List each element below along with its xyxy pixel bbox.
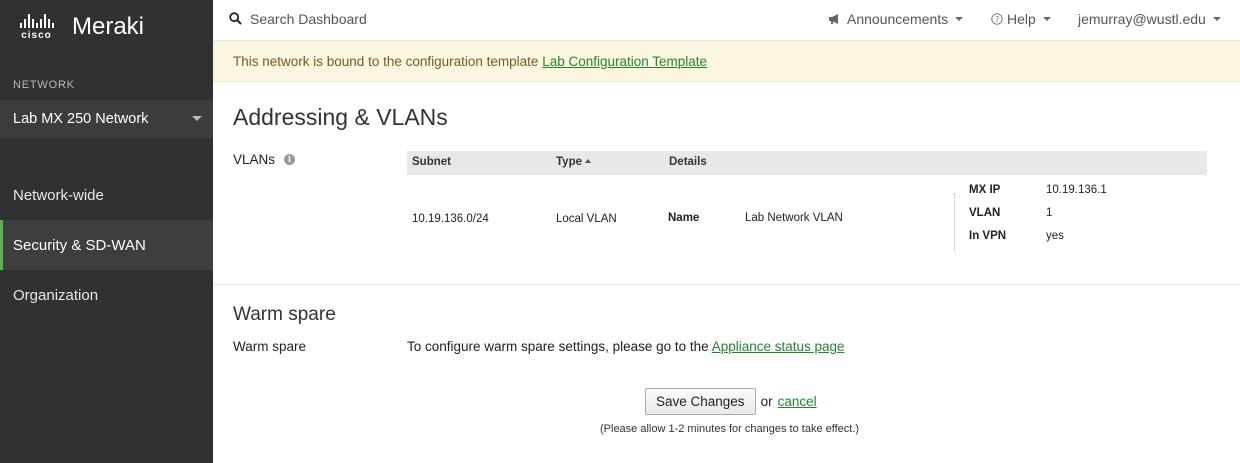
- configuration-template-link[interactable]: Lab Configuration Template: [542, 54, 707, 69]
- detail-label-in-vpn: In VPN: [969, 230, 1007, 242]
- caret-down-icon: [1042, 17, 1051, 21]
- table-header: Subnet Type Details: [407, 151, 1207, 175]
- column-header-details: Details: [669, 156, 707, 168]
- info-icon[interactable]: i: [284, 154, 296, 165]
- detail-label-vlan: VLAN: [969, 207, 1001, 219]
- network-selector-value: Lab MX 250 Network: [13, 111, 149, 127]
- save-changes-button[interactable]: Save Changes: [645, 388, 756, 415]
- details-divider: [954, 193, 955, 251]
- help-label: Help: [1007, 11, 1036, 27]
- cell-subnet: 10.19.136.0/24: [412, 213, 489, 225]
- template-banner: This network is bound to the configurati…: [213, 41, 1240, 82]
- column-header-type[interactable]: Type: [556, 156, 591, 168]
- nav-item-label: Organization: [13, 286, 99, 304]
- help-menu[interactable]: ? Help: [991, 11, 1051, 27]
- warm-spare-title: Warm spare: [233, 304, 336, 325]
- search-icon[interactable]: [229, 12, 242, 25]
- appliance-status-link[interactable]: Appliance status page: [712, 339, 845, 354]
- announcements-menu[interactable]: Announcements: [828, 11, 964, 27]
- help-circle-icon: ?: [991, 13, 1003, 25]
- column-header-subnet[interactable]: Subnet: [412, 156, 451, 168]
- network-label: NETWORK: [13, 79, 75, 91]
- megaphone-icon: [829, 14, 838, 24]
- nav-item-network-wide[interactable]: Network-wide: [0, 170, 213, 220]
- caret-down-icon: [192, 116, 202, 121]
- cisco-meraki-logo[interactable]: cisco Meraki: [13, 12, 144, 42]
- vlans-label: VLANs i: [233, 152, 296, 167]
- nav-item-label: Security & SD-WAN: [13, 236, 146, 254]
- banner-text: This network is bound to the configurati…: [233, 54, 543, 69]
- cell-type: Local VLAN: [556, 213, 617, 225]
- user-email: jemurray@wustl.edu: [1078, 11, 1206, 27]
- cell-name-label: Name: [668, 212, 700, 224]
- column-header-type-label: Type: [556, 156, 582, 168]
- or-text: or: [760, 394, 773, 409]
- changes-note: (Please allow 1-2 minutes for changes to…: [600, 423, 860, 435]
- detail-value-mx-ip: 10.19.136.1: [1046, 184, 1107, 196]
- warm-spare-description: To configure warm spare settings, please…: [407, 339, 712, 354]
- cancel-link[interactable]: cancel: [778, 394, 817, 409]
- nav-item-organization[interactable]: Organization: [0, 270, 213, 320]
- warm-spare-text: To configure warm spare settings, please…: [407, 339, 845, 354]
- top-bar: Search Dashboard Announcements ? Help je…: [213, 0, 1240, 41]
- caret-down-icon: [1212, 17, 1221, 21]
- vlans-label-text: VLANs: [233, 152, 276, 167]
- search-dashboard-input[interactable]: Search Dashboard: [250, 11, 367, 27]
- save-actions: Save Changes or cancel: [645, 388, 817, 415]
- warm-spare-label: Warm spare: [233, 339, 307, 354]
- cell-name-value: Lab Network VLAN: [745, 212, 843, 224]
- detail-label-mx-ip: MX IP: [969, 184, 1001, 196]
- svg-text:?: ?: [995, 15, 999, 24]
- nav-item-label: Network-wide: [13, 186, 104, 204]
- table-row[interactable]: 10.19.136.0/24 Local VLAN Name Lab Netwo…: [407, 175, 1207, 251]
- cisco-wordmark: cisco: [21, 29, 52, 41]
- detail-value-vlan: 1: [1046, 207, 1053, 219]
- meraki-wordmark: Meraki: [72, 13, 145, 40]
- announcements-label: Announcements: [847, 11, 949, 27]
- caret-down-icon: [955, 17, 964, 21]
- detail-value-in-vpn: yes: [1046, 230, 1064, 242]
- user-menu[interactable]: jemurray@wustl.edu: [1078, 11, 1221, 27]
- cisco-logo-icon: cisco: [13, 13, 60, 41]
- page-title: Addressing & VLANs: [233, 104, 448, 130]
- sort-ascending-icon: [585, 159, 591, 163]
- sidebar: cisco Meraki NETWORK Lab MX 250 Network …: [0, 0, 213, 463]
- nav-item-security-sd-wan[interactable]: Security & SD-WAN: [0, 220, 213, 270]
- network-selector[interactable]: Lab MX 250 Network: [0, 100, 213, 138]
- section-divider: [213, 284, 1240, 285]
- vlans-table: Subnet Type Details 10.19.136.0/24 Local…: [407, 151, 1207, 251]
